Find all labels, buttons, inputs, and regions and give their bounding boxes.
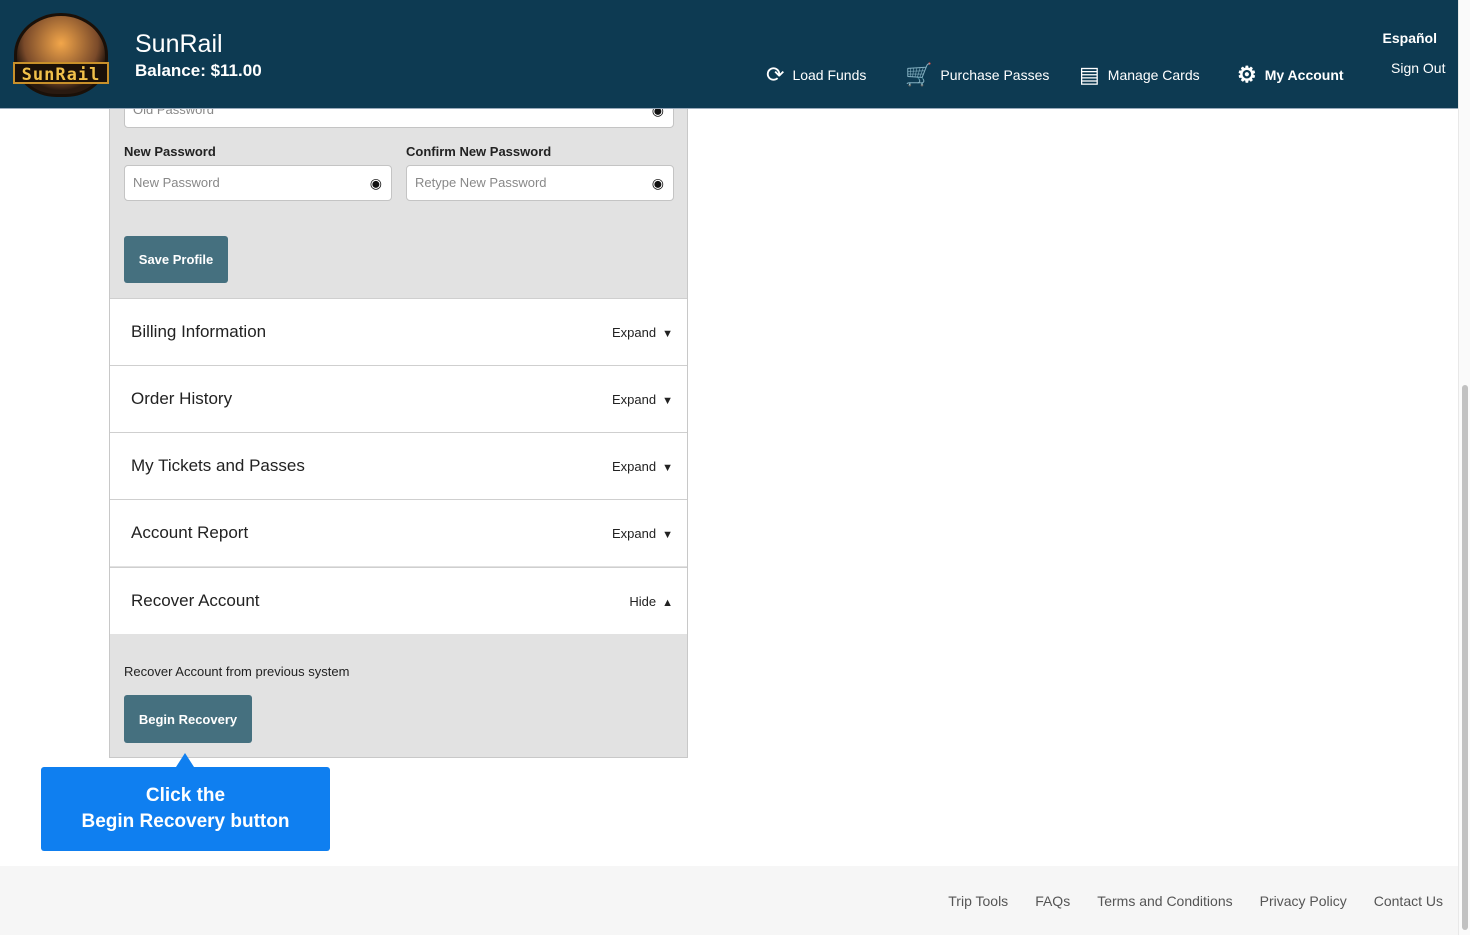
new-password-placeholder: New Password bbox=[133, 175, 220, 190]
new-password-label: New Password bbox=[124, 144, 216, 159]
dollar-refresh-icon: ⟳ bbox=[766, 62, 785, 87]
caret-down-icon: ▼ bbox=[662, 462, 673, 474]
caret-up-icon: ▲ bbox=[662, 597, 673, 609]
brand-name: SunRail bbox=[135, 30, 223, 58]
section-order-history[interactable]: Order History Expand ▼ bbox=[110, 365, 687, 432]
new-password-input[interactable]: New Password ◉ bbox=[124, 165, 392, 201]
expand-toggle[interactable]: Expand ▼ bbox=[612, 459, 673, 474]
nav-label: Load Funds bbox=[792, 67, 867, 83]
nav-manage-cards[interactable]: ▤ Manage Cards bbox=[1079, 60, 1200, 90]
expand-toggle[interactable]: Expand ▼ bbox=[612, 325, 673, 340]
section-account-report[interactable]: Account Report Expand ▼ bbox=[110, 499, 687, 566]
scrollbar-thumb[interactable] bbox=[1462, 385, 1468, 930]
toggle-label: Expand bbox=[612, 392, 657, 407]
confirm-password-placeholder: Retype New Password bbox=[415, 175, 547, 190]
nav-label: Manage Cards bbox=[1107, 67, 1200, 83]
recover-description: Recover Account from previous system bbox=[124, 664, 350, 679]
header: SunRail SunRail Balance: $11.00 Español … bbox=[0, 0, 1458, 109]
nav-purchase-passes[interactable]: 🛒 Purchase Passes bbox=[905, 60, 1049, 90]
footer-faqs[interactable]: FAQs bbox=[1035, 893, 1070, 909]
callout-line-1: Click the bbox=[145, 785, 226, 806]
section-tickets-passes[interactable]: My Tickets and Passes Expand ▼ bbox=[110, 432, 687, 499]
caret-down-icon: ▼ bbox=[662, 395, 673, 407]
scrollbar[interactable] bbox=[1458, 0, 1470, 935]
footer: Trip Tools FAQs Terms and Conditions Pri… bbox=[0, 866, 1458, 935]
nav-label: My Account bbox=[1264, 67, 1344, 83]
section-title: Account Report bbox=[131, 523, 249, 542]
footer-terms[interactable]: Terms and Conditions bbox=[1097, 893, 1232, 909]
eye-slash-icon[interactable]: ◉ bbox=[370, 166, 382, 200]
nav-label: Purchase Passes bbox=[940, 67, 1050, 83]
section-title: My Tickets and Passes bbox=[131, 456, 305, 475]
toggle-label: Expand bbox=[612, 325, 657, 340]
callout-line-2: Begin Recovery button bbox=[81, 811, 290, 832]
confirm-password-label: Confirm New Password bbox=[406, 144, 552, 159]
language-link[interactable]: Español bbox=[1383, 30, 1437, 46]
confirm-password-input[interactable]: Retype New Password ◉ bbox=[406, 165, 674, 201]
footer-privacy[interactable]: Privacy Policy bbox=[1260, 893, 1347, 909]
instruction-callout: Click the Begin Recovery button bbox=[41, 753, 330, 851]
toggle-label: Expand bbox=[612, 459, 657, 474]
section-title: Billing Information bbox=[131, 322, 267, 341]
expand-toggle[interactable]: Expand ▼ bbox=[612, 392, 673, 407]
nav-my-account[interactable]: ⚙ My Account bbox=[1237, 60, 1344, 90]
section-recover-account[interactable]: Recover Account Hide ▲ bbox=[110, 567, 687, 634]
nav-load-funds[interactable]: ⟳ Load Funds bbox=[766, 60, 866, 90]
eye-slash-icon[interactable]: ◉ bbox=[652, 166, 664, 200]
section-billing-information[interactable]: Billing Information Expand ▼ bbox=[110, 298, 687, 365]
toggle-label: Expand bbox=[612, 526, 657, 541]
begin-recovery-button[interactable]: Begin Recovery bbox=[124, 695, 252, 743]
caret-down-icon: ▼ bbox=[662, 328, 673, 340]
save-profile-button[interactable]: Save Profile bbox=[124, 236, 228, 283]
section-title: Recover Account bbox=[131, 591, 260, 610]
footer-contact[interactable]: Contact Us bbox=[1374, 893, 1443, 909]
caret-down-icon: ▼ bbox=[662, 529, 673, 541]
nav-sign-out[interactable]: Sign Out bbox=[1383, 60, 1445, 76]
toggle-label: Hide bbox=[629, 594, 657, 609]
expand-toggle[interactable]: Expand ▼ bbox=[612, 526, 673, 541]
logo-text: SunRail bbox=[13, 62, 109, 85]
sunrail-logo[interactable]: SunRail bbox=[13, 13, 109, 97]
footer-trip-tools[interactable]: Trip Tools bbox=[948, 893, 1008, 909]
nav-label: Sign Out bbox=[1391, 60, 1446, 76]
hide-toggle[interactable]: Hide ▲ bbox=[629, 594, 673, 609]
account-panel: Old Password ◉ New Password Confirm New P… bbox=[109, 60, 688, 758]
cart-icon: 🛒 bbox=[905, 62, 933, 87]
gears-icon: ⚙ bbox=[1237, 62, 1257, 87]
card-icon: ▤ bbox=[1079, 62, 1100, 87]
section-title: Order History bbox=[131, 389, 233, 408]
balance: Balance: $11.00 bbox=[135, 61, 262, 80]
